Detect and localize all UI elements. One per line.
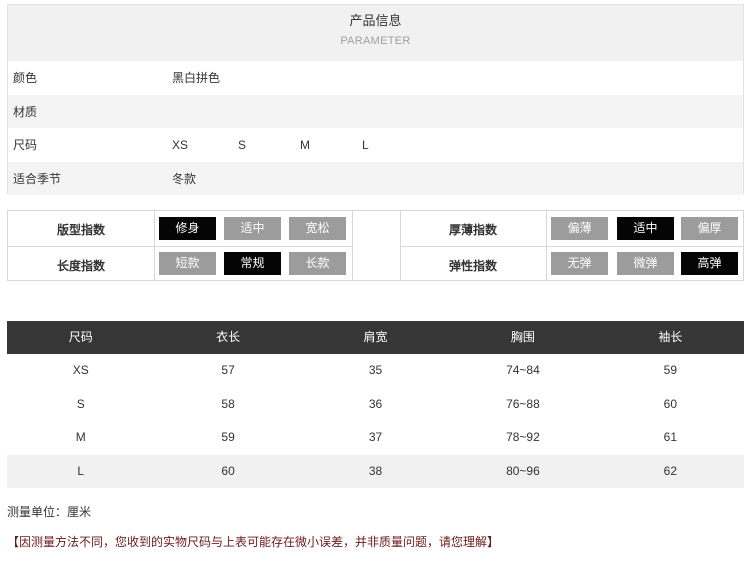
table-row: S 58 36 76~88 60 [7,388,744,422]
param-size: M [300,137,310,152]
grid-divider [400,246,743,247]
param-size-list: XS S M L [172,138,402,152]
table-cell: 80~96 [506,463,540,478]
param-value: 黑白拼色 [172,71,221,86]
param-label: 材质 [13,104,38,119]
table-cell: 58 [221,396,235,411]
table-cell: S [76,396,85,411]
param-row-season: 适合季节 冬款 [8,161,743,195]
parameter-header: 产品信息 PARAMETER [8,5,743,61]
header-sleeve: 袖长 [658,330,683,344]
thickness-option-medium: 适中 [617,217,674,240]
fit-index-label: 版型指数 [56,223,105,237]
param-label: 尺码 [13,138,38,153]
elasticity-option-none: 无弹 [551,252,608,275]
table-cell: 59 [221,430,235,444]
table-cell: 37 [368,430,383,444]
fit-option-loose: 宽松 [289,217,346,240]
table-cell: 60 [221,463,235,478]
fit-option-slim: 修身 [159,217,216,240]
parameter-subtitle: PARAMETER [340,35,411,47]
thickness-option-thick: 偏厚 [681,217,738,240]
thickness-index-label: 厚薄指数 [448,223,497,237]
param-size: S [238,137,247,152]
param-row-color: 颜色 黑白拼色 [8,61,743,95]
parameter-table: 产品信息 PARAMETER 颜色 黑白拼色 材质 尺码 XS S M L 适合… [7,4,744,195]
length-option-normal: 常规 [224,252,281,275]
param-label: 颜色 [13,71,38,86]
param-label: 适合季节 [13,171,62,186]
elasticity-option-high: 高弹 [681,252,738,275]
table-cell: L [77,463,85,478]
header-chest: 胸围 [510,330,535,344]
grid-divider [352,211,353,280]
table-cell: 76~88 [506,396,540,411]
table-cell: 35 [368,363,383,377]
table-row: L 60 38 80~96 62 [7,454,744,488]
table-row: XS 57 35 74~84 59 [7,354,744,388]
table-cell: M [75,430,86,444]
table-cell: 59 [663,363,677,377]
table-cell: 74~84 [506,363,540,377]
table-cell: 61 [663,430,677,444]
table-cell: 38 [368,463,383,478]
size-table-header: 尺码 衣长 肩宽 胸围 袖长 [7,321,744,354]
table-cell: 60 [663,396,677,411]
elasticity-option-slight: 微弹 [617,252,674,275]
thickness-option-thin: 偏薄 [551,217,608,240]
elasticity-index-label: 弹性指数 [448,259,497,273]
parameter-title: 产品信息 [349,14,402,29]
header-length: 衣长 [216,330,241,344]
table-cell: 36 [368,396,383,411]
table-cell: 62 [663,463,677,478]
header-size: 尺码 [68,330,93,344]
table-cell: 78~92 [506,430,540,444]
index-grid: 版型指数 修身 适中 宽松 长度指数 短款 常规 长款 厚薄指数 偏薄 适中 偏… [7,210,744,281]
param-value: 冬款 [172,171,197,186]
length-index-label: 长度指数 [56,259,105,273]
length-option-long: 长款 [289,252,346,275]
param-row-size: 尺码 XS S M L [8,128,743,162]
param-size: L [362,137,369,152]
measurement-unit-note: 测量单位：厘米 [7,505,92,519]
size-table: 尺码 衣长 肩宽 胸围 袖长 XS 57 35 74~84 59 S 58 36… [7,321,744,488]
disclaimer-note: 【因测量方法不同，您收到的实物尺码与上表可能存在微小误差，并非质量问题，请您理解… [7,535,500,549]
table-row: M 59 37 78~92 61 [7,421,744,455]
table-cell: XS [72,363,89,377]
param-size: XS [172,137,189,152]
fit-option-regular: 适中 [224,217,281,240]
grid-divider [8,246,352,247]
param-row-material: 材质 [8,94,743,128]
length-option-short: 短款 [159,252,216,275]
header-shoulder: 肩宽 [363,330,388,344]
table-cell: 57 [221,363,235,377]
